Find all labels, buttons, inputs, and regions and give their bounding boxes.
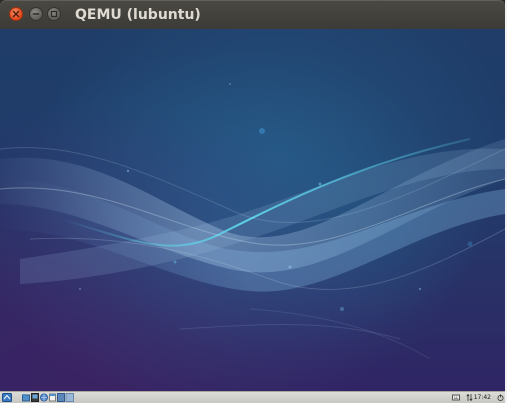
- close-icon[interactable]: [9, 7, 23, 21]
- power-icon[interactable]: [497, 393, 504, 402]
- window-list-icon[interactable]: [49, 393, 56, 402]
- network-icon[interactable]: [466, 393, 473, 402]
- minimize-icon[interactable]: [29, 7, 43, 21]
- window-titlebar[interactable]: QEMU (lubuntu): [0, 0, 505, 29]
- wallpaper-waves: [0, 29, 505, 391]
- browser-icon[interactable]: [40, 393, 48, 402]
- qemu-window: QEMU (lubuntu) 17:42: [0, 0, 505, 403]
- keyboard-icon[interactable]: [452, 393, 460, 402]
- file-manager-icon[interactable]: [22, 393, 30, 402]
- window-title: QEMU (lubuntu): [75, 7, 201, 23]
- guest-desktop[interactable]: [0, 29, 505, 391]
- clock[interactable]: 17:42: [474, 392, 491, 403]
- desktop-icon[interactable]: [57, 393, 74, 402]
- start-menu-icon[interactable]: [2, 393, 12, 402]
- maximize-icon[interactable]: [47, 7, 61, 21]
- lxpanel-taskbar: 17:42: [0, 391, 505, 403]
- terminal-icon[interactable]: [31, 393, 39, 402]
